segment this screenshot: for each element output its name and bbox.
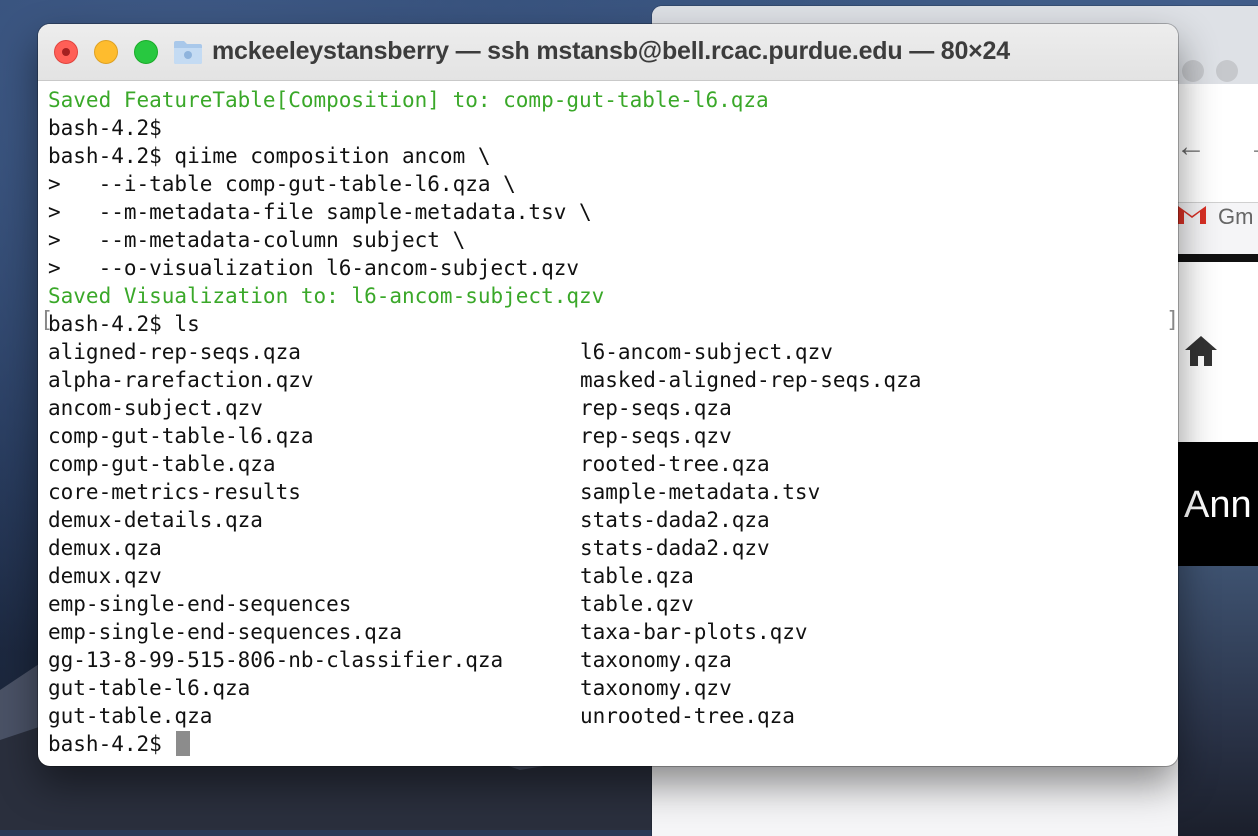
ls-entry: ancom-subject.qzv bbox=[48, 396, 263, 420]
browser-tab-controls bbox=[1182, 60, 1250, 87]
forward-arrow-icon[interactable]: → bbox=[1248, 130, 1258, 164]
folder-icon bbox=[174, 41, 202, 64]
ls-entry: demux-details.qza bbox=[48, 508, 263, 532]
selection-bracket-right: ] bbox=[1166, 308, 1180, 333]
terminal-line: > --i-table comp-gut-table-l6.qza \ bbox=[48, 172, 516, 196]
ls-entry: l6-ancom-subject.qzv bbox=[580, 340, 833, 364]
terminal-line: bash-4.2$ bbox=[48, 116, 162, 140]
ls-entry: core-metrics-results bbox=[48, 480, 301, 504]
terminal-prompt-line[interactable]: bash-4.2$ bbox=[48, 730, 1178, 758]
terminal-line: bash-4.2$ ls bbox=[48, 312, 200, 336]
ls-entry: comp-gut-table.qza bbox=[48, 452, 276, 476]
minimize-window-button[interactable] bbox=[94, 40, 118, 64]
ls-entry: rep-seqs.qzv bbox=[580, 424, 732, 448]
ls-entry: aligned-rep-seqs.qza bbox=[48, 340, 301, 364]
ls-entry: stats-dada2.qzv bbox=[580, 536, 770, 560]
home-icon[interactable] bbox=[1182, 332, 1220, 370]
terminal-output[interactable]: Saved FeatureTable[Composition] to: comp… bbox=[48, 86, 1178, 766]
ls-entry: table.qza bbox=[580, 564, 694, 588]
ls-entry: demux.qzv bbox=[48, 564, 162, 588]
page-header-bar bbox=[1178, 254, 1258, 262]
terminal-window[interactable]: mckeeleystansberry — ssh mstansb@bell.rc… bbox=[38, 24, 1178, 766]
ls-entry: rep-seqs.qza bbox=[580, 396, 732, 420]
announcement-banner-text: Ann bbox=[1184, 484, 1252, 526]
gmail-bookmark-label[interactable]: Gm bbox=[1218, 204, 1253, 230]
ls-entry: table.qzv bbox=[580, 592, 694, 616]
ls-entry: unrooted-tree.qza bbox=[580, 704, 795, 728]
ls-entry: sample-metadata.tsv bbox=[580, 480, 821, 504]
selection-bracket-left: [ bbox=[40, 308, 54, 333]
ls-entry: gut-table.qza bbox=[48, 704, 213, 728]
ls-entry: masked-aligned-rep-seqs.qza bbox=[580, 368, 922, 392]
back-arrow-icon[interactable]: ← bbox=[1176, 130, 1206, 164]
terminal-line: bash-4.2$ qiime composition ancom \ bbox=[48, 144, 491, 168]
ls-entry: stats-dada2.qza bbox=[580, 508, 770, 532]
ls-entry: taxonomy.qzv bbox=[580, 676, 732, 700]
terminal-line: > --m-metadata-column subject \ bbox=[48, 228, 466, 252]
text-cursor bbox=[176, 731, 191, 756]
gmail-icon[interactable] bbox=[1176, 202, 1208, 226]
ls-column-right: l6-ancom-subject.qzv masked-aligned-rep-… bbox=[580, 338, 1112, 730]
ls-entry: rooted-tree.qza bbox=[580, 452, 770, 476]
ls-entry: taxonomy.qza bbox=[580, 648, 732, 672]
ls-entry: taxa-bar-plots.qzv bbox=[580, 620, 808, 644]
ls-entry: demux.qza bbox=[48, 536, 162, 560]
maximize-window-button[interactable] bbox=[134, 40, 158, 64]
ls-entry: alpha-rarefaction.qzv bbox=[48, 368, 314, 392]
terminal-title: mckeeleystansberry — ssh mstansb@bell.rc… bbox=[212, 37, 1010, 65]
terminal-title-bar[interactable]: mckeeleystansberry — ssh mstansb@bell.rc… bbox=[38, 24, 1178, 81]
close-window-button[interactable] bbox=[54, 40, 78, 64]
ls-entry: emp-single-end-sequences bbox=[48, 592, 352, 616]
ls-output: aligned-rep-seqs.qza alpha-rarefaction.q… bbox=[48, 338, 1178, 730]
terminal-line: > --m-metadata-file sample-metadata.tsv … bbox=[48, 200, 592, 224]
page-hero-image bbox=[1178, 566, 1258, 836]
terminal-prompt: bash-4.2$ bbox=[48, 732, 162, 756]
ls-column-left: aligned-rep-seqs.qza alpha-rarefaction.q… bbox=[48, 338, 580, 730]
terminal-line: Saved FeatureTable[Composition] to: comp… bbox=[48, 88, 769, 112]
terminal-line: Saved Visualization to: l6-ancom-subject… bbox=[48, 284, 605, 308]
ls-entry: comp-gut-table-l6.qza bbox=[48, 424, 314, 448]
ls-entry: gut-table-l6.qza bbox=[48, 676, 251, 700]
terminal-line: > --o-visualization l6-ancom-subject.qzv bbox=[48, 256, 580, 280]
ls-entry: emp-single-end-sequences.qza bbox=[48, 620, 403, 644]
ls-entry: gg-13-8-99-515-806-nb-classifier.qza bbox=[48, 648, 504, 672]
